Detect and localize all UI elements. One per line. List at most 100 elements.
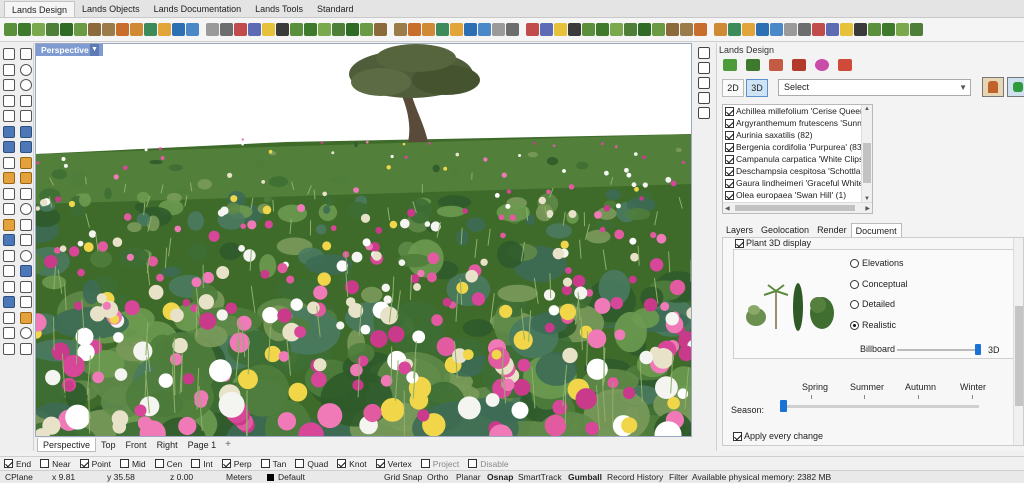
light-icon[interactable] xyxy=(158,23,171,36)
flower-icon[interactable] xyxy=(910,23,923,36)
tree-icon[interactable] xyxy=(582,23,595,36)
osnap-checkbox[interactable] xyxy=(119,459,129,468)
tab-lands-objects[interactable]: Lands Objects xyxy=(75,1,147,17)
document-scrollbar[interactable] xyxy=(1013,238,1023,445)
ellipse-icon[interactable] xyxy=(20,79,32,91)
network-icon[interactable] xyxy=(3,172,15,184)
plant-icon[interactable] xyxy=(896,23,909,36)
shrub-icon[interactable] xyxy=(882,23,895,36)
rotate-icon[interactable] xyxy=(20,203,32,215)
tool-icon[interactable] xyxy=(798,23,811,36)
document-icon[interactable] xyxy=(540,23,553,36)
list-item[interactable]: Achillea millefolium 'Cerise Queen' xyxy=(723,105,862,117)
radio-dot[interactable] xyxy=(850,279,859,289)
billboard-slider-thumb[interactable] xyxy=(975,344,981,355)
terrain-icon[interactable] xyxy=(408,23,421,36)
shrub-icon[interactable] xyxy=(596,23,609,36)
join-icon[interactable] xyxy=(20,234,32,246)
refresh-icon[interactable] xyxy=(698,62,710,74)
block-icon[interactable] xyxy=(3,265,15,277)
brush-icon[interactable] xyxy=(769,59,783,71)
plant-list-hscrollbar[interactable]: ◀ ▶ xyxy=(723,202,872,213)
paint-icon[interactable] xyxy=(172,23,185,36)
list-item[interactable]: Olea europaea 'Swan Hill' (1) xyxy=(723,189,862,201)
tool-icon[interactable] xyxy=(506,23,519,36)
record-history-toggle[interactable]: Record History xyxy=(607,472,663,482)
perspective-viewport[interactable]: Perspective ▼ xyxy=(35,43,692,437)
grass-icon[interactable] xyxy=(346,23,359,36)
tab-geolocation[interactable]: Geolocation xyxy=(757,223,813,237)
osnap-toggle[interactable]: Osnap xyxy=(487,472,513,482)
camera-icon[interactable] xyxy=(3,311,15,324)
polygon-icon[interactable] xyxy=(20,94,32,107)
hscroll-thumb[interactable] xyxy=(735,205,855,211)
apply-every-change-option[interactable]: Apply every change xyxy=(733,431,823,441)
walk-icon[interactable] xyxy=(840,23,853,36)
osnap-checkbox[interactable] xyxy=(337,459,347,468)
osnap-cen[interactable]: Cen xyxy=(154,459,182,469)
osnap-vertex[interactable]: Vertex xyxy=(375,459,412,469)
plant-checkbox[interactable] xyxy=(725,166,734,176)
rotate-icon[interactable] xyxy=(698,47,710,59)
grass-icon[interactable] xyxy=(638,23,651,36)
gear-icon[interactable] xyxy=(492,23,505,36)
group-icon[interactable] xyxy=(20,249,32,262)
radio-dot[interactable] xyxy=(850,299,859,309)
plant-checkbox[interactable] xyxy=(725,106,734,116)
drop-icon[interactable] xyxy=(770,23,783,36)
extrude-icon[interactable] xyxy=(20,125,32,138)
road-icon[interactable] xyxy=(422,23,435,36)
plant-checkbox[interactable] xyxy=(725,178,734,188)
tool-icon[interactable] xyxy=(220,23,233,36)
green-tool-button[interactable] xyxy=(1007,77,1024,97)
light-icon[interactable] xyxy=(742,23,755,36)
vptab-perspective[interactable]: Perspective xyxy=(37,437,97,452)
radio-realistic[interactable]: Realistic xyxy=(850,320,896,330)
osnap-checkbox[interactable] xyxy=(191,459,201,468)
arc-icon[interactable] xyxy=(3,79,15,91)
terrain-icon[interactable] xyxy=(694,23,707,36)
paint-icon[interactable] xyxy=(756,23,769,36)
osnap-checkbox[interactable] xyxy=(375,459,385,468)
selection-dropdown[interactable]: Select ▼ xyxy=(778,79,971,96)
path-icon[interactable] xyxy=(680,23,693,36)
scroll-left-icon[interactable]: ◀ xyxy=(725,205,730,212)
cplane-label[interactable]: CPlane xyxy=(5,472,33,482)
vptab-top[interactable]: Top xyxy=(96,438,121,452)
osnap-mid[interactable]: Mid xyxy=(119,459,146,469)
text-icon[interactable] xyxy=(20,280,32,293)
shrub-icon[interactable] xyxy=(304,23,317,36)
plant-icon[interactable] xyxy=(723,59,737,71)
path-icon[interactable] xyxy=(394,23,407,36)
layer-icon[interactable] xyxy=(20,265,32,277)
list-item[interactable]: Argyranthemum frutescens 'Sunny xyxy=(723,117,862,129)
plant-checkbox[interactable] xyxy=(725,154,734,164)
road-icon[interactable] xyxy=(714,23,727,36)
lock-icon[interactable] xyxy=(3,342,15,355)
hedge-icon[interactable] xyxy=(74,23,87,36)
osnap-checkbox[interactable] xyxy=(420,459,430,468)
radio-conceptual[interactable]: Conceptual xyxy=(850,279,908,289)
curve-icon[interactable] xyxy=(3,110,15,122)
2d-button[interactable]: 2D xyxy=(722,79,744,97)
document-icon[interactable] xyxy=(826,23,839,36)
osnap-checkbox[interactable] xyxy=(79,459,89,468)
blend-icon[interactable] xyxy=(20,172,32,184)
label-icon[interactable] xyxy=(838,59,852,71)
patch-icon[interactable] xyxy=(20,156,32,169)
smarttrack-toggle[interactable]: SmartTrack xyxy=(518,472,562,482)
light-icon[interactable] xyxy=(450,23,463,36)
apply-checkbox[interactable] xyxy=(733,431,742,441)
osnap-end[interactable]: End xyxy=(4,459,31,469)
plant-icon[interactable] xyxy=(610,23,623,36)
billboard-slider[interactable] xyxy=(897,349,977,351)
radio-detailed[interactable]: Detailed xyxy=(850,299,895,309)
vptab-page-1[interactable]: Page 1 xyxy=(183,438,222,452)
osnap-int[interactable]: Int xyxy=(191,459,213,469)
osnap-checkbox[interactable] xyxy=(4,459,13,468)
scroll-up-icon[interactable]: ▲ xyxy=(864,106,870,112)
osnap-checkbox[interactable] xyxy=(260,459,270,468)
scroll-thumb[interactable] xyxy=(863,143,871,183)
tab-layers[interactable]: Layers xyxy=(722,223,757,237)
tab-document[interactable]: Document xyxy=(850,223,902,237)
